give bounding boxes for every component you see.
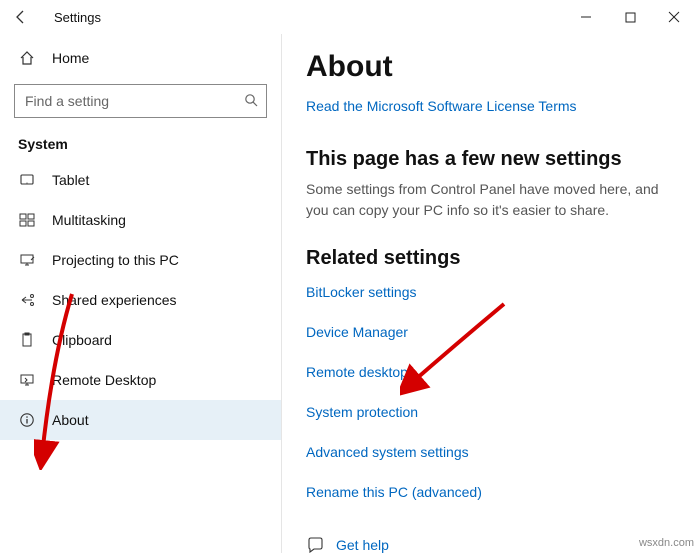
page-title: About <box>306 50 676 84</box>
sidebar-item-about[interactable]: About <box>0 400 281 440</box>
home-icon <box>18 49 36 67</box>
back-button[interactable] <box>6 2 36 32</box>
sub-heading: This page has a few new settings <box>306 148 676 171</box>
home-nav[interactable]: Home <box>0 38 281 78</box>
sidebar-item-remote-desktop[interactable]: Remote Desktop <box>0 360 281 400</box>
help-icon <box>306 536 324 553</box>
sidebar-item-label: Clipboard <box>52 332 281 348</box>
minimize-button[interactable] <box>564 2 608 32</box>
license-link[interactable]: Read the Microsoft Software License Term… <box>306 98 577 114</box>
link-bitlocker-settings[interactable]: BitLocker settings <box>306 284 676 300</box>
home-label: Home <box>52 50 89 66</box>
sidebar-item-multitasking[interactable]: Multitasking <box>0 200 281 240</box>
remote-desktop-icon <box>18 371 36 389</box>
maximize-button[interactable] <box>608 2 652 32</box>
link-device-manager[interactable]: Device Manager <box>306 324 676 340</box>
info-icon <box>18 411 36 429</box>
sidebar-item-shared-experiences[interactable]: Shared experiences <box>0 280 281 320</box>
sidebar-item-label: About <box>52 412 281 428</box>
description-text: Some settings from Control Panel have mo… <box>306 179 666 221</box>
link-remote-desktop[interactable]: Remote desktop <box>306 364 676 380</box>
search-icon <box>244 93 258 110</box>
link-advanced-system-settings[interactable]: Advanced system settings <box>306 444 676 460</box>
get-help-link[interactable]: Get help <box>306 536 676 553</box>
sidebar-item-projecting[interactable]: Projecting to this PC <box>0 240 281 280</box>
titlebar: Settings <box>0 0 700 34</box>
sidebar-item-label: Shared experiences <box>52 292 281 308</box>
tablet-icon <box>18 171 36 189</box>
link-system-protection[interactable]: System protection <box>306 404 676 420</box>
get-help-label: Get help <box>336 537 389 553</box>
shared-experiences-icon <box>18 291 36 309</box>
multitasking-icon <box>18 211 36 229</box>
sidebar-item-label: Remote Desktop <box>52 372 281 388</box>
search-input[interactable] <box>25 93 244 109</box>
close-button[interactable] <box>652 2 696 32</box>
window-title: Settings <box>54 10 101 25</box>
watermark: wsxdn.com <box>639 537 694 549</box>
related-heading: Related settings <box>306 247 676 270</box>
sidebar-item-label: Multitasking <box>52 212 281 228</box>
sidebar-item-label: Tablet <box>52 172 281 188</box>
sidebar-item-tablet[interactable]: Tablet <box>0 160 281 200</box>
link-rename-pc[interactable]: Rename this PC (advanced) <box>306 484 676 500</box>
sidebar-item-clipboard[interactable]: Clipboard <box>0 320 281 360</box>
section-label: System <box>0 126 281 160</box>
search-box[interactable] <box>14 84 267 118</box>
projecting-icon <box>18 251 36 269</box>
sidebar: Home System Tablet Multitasking <box>0 34 282 553</box>
sidebar-item-label: Projecting to this PC <box>52 252 281 268</box>
clipboard-icon <box>18 331 36 349</box>
content-pane: About Read the Microsoft Software Licens… <box>282 34 700 553</box>
